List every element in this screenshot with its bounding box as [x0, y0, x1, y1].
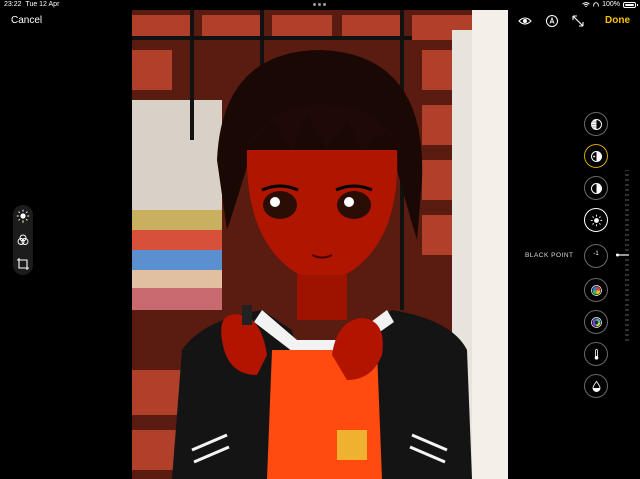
slider-ticks	[616, 169, 629, 341]
filters-icon[interactable]	[16, 233, 30, 247]
crop-icon[interactable]	[16, 257, 30, 271]
vibrance-icon	[591, 317, 602, 328]
black-point-button[interactable]: -1	[584, 244, 608, 268]
photo-preview[interactable]	[132, 10, 508, 479]
tint-drop-icon	[592, 380, 601, 392]
battery-icon	[623, 1, 638, 8]
wifi-icon	[582, 1, 590, 7]
left-toolbar	[13, 205, 33, 275]
thermometer-icon	[594, 349, 599, 360]
saturation-button[interactable]	[584, 278, 608, 302]
brightness-icon	[590, 214, 603, 227]
warmth-button[interactable]	[584, 342, 608, 366]
battery-percent: 100%	[602, 1, 620, 8]
active-adjustment-label: BLACK POINT	[525, 252, 574, 259]
saturation-icon	[591, 285, 602, 296]
adjust-icon[interactable]	[16, 209, 30, 224]
contrast-icon	[591, 183, 602, 194]
multitasking-dots[interactable]	[313, 3, 326, 6]
exposure-button[interactable]	[584, 144, 608, 168]
photo-image	[132, 10, 508, 479]
markup-icon[interactable]	[545, 14, 559, 28]
status-time: 23:22 Tue 12 Apr	[4, 1, 60, 8]
auto-enhance-icon	[591, 119, 602, 130]
tint-button[interactable]	[584, 374, 608, 398]
brightness-button[interactable]	[584, 208, 608, 232]
auto-enhance-button[interactable]	[584, 112, 608, 136]
headphones-icon	[593, 1, 599, 6]
exposure-icon	[591, 151, 602, 162]
eye-icon[interactable]	[518, 14, 532, 28]
done-button[interactable]: Done	[605, 15, 630, 26]
adjustment-slider[interactable]	[616, 169, 630, 345]
status-indicators: 100%	[582, 1, 638, 8]
black-point-value: -1	[593, 251, 599, 257]
vibrance-button[interactable]	[584, 310, 608, 334]
crop-expand-icon[interactable]	[571, 14, 585, 28]
contrast-button[interactable]	[584, 176, 608, 200]
